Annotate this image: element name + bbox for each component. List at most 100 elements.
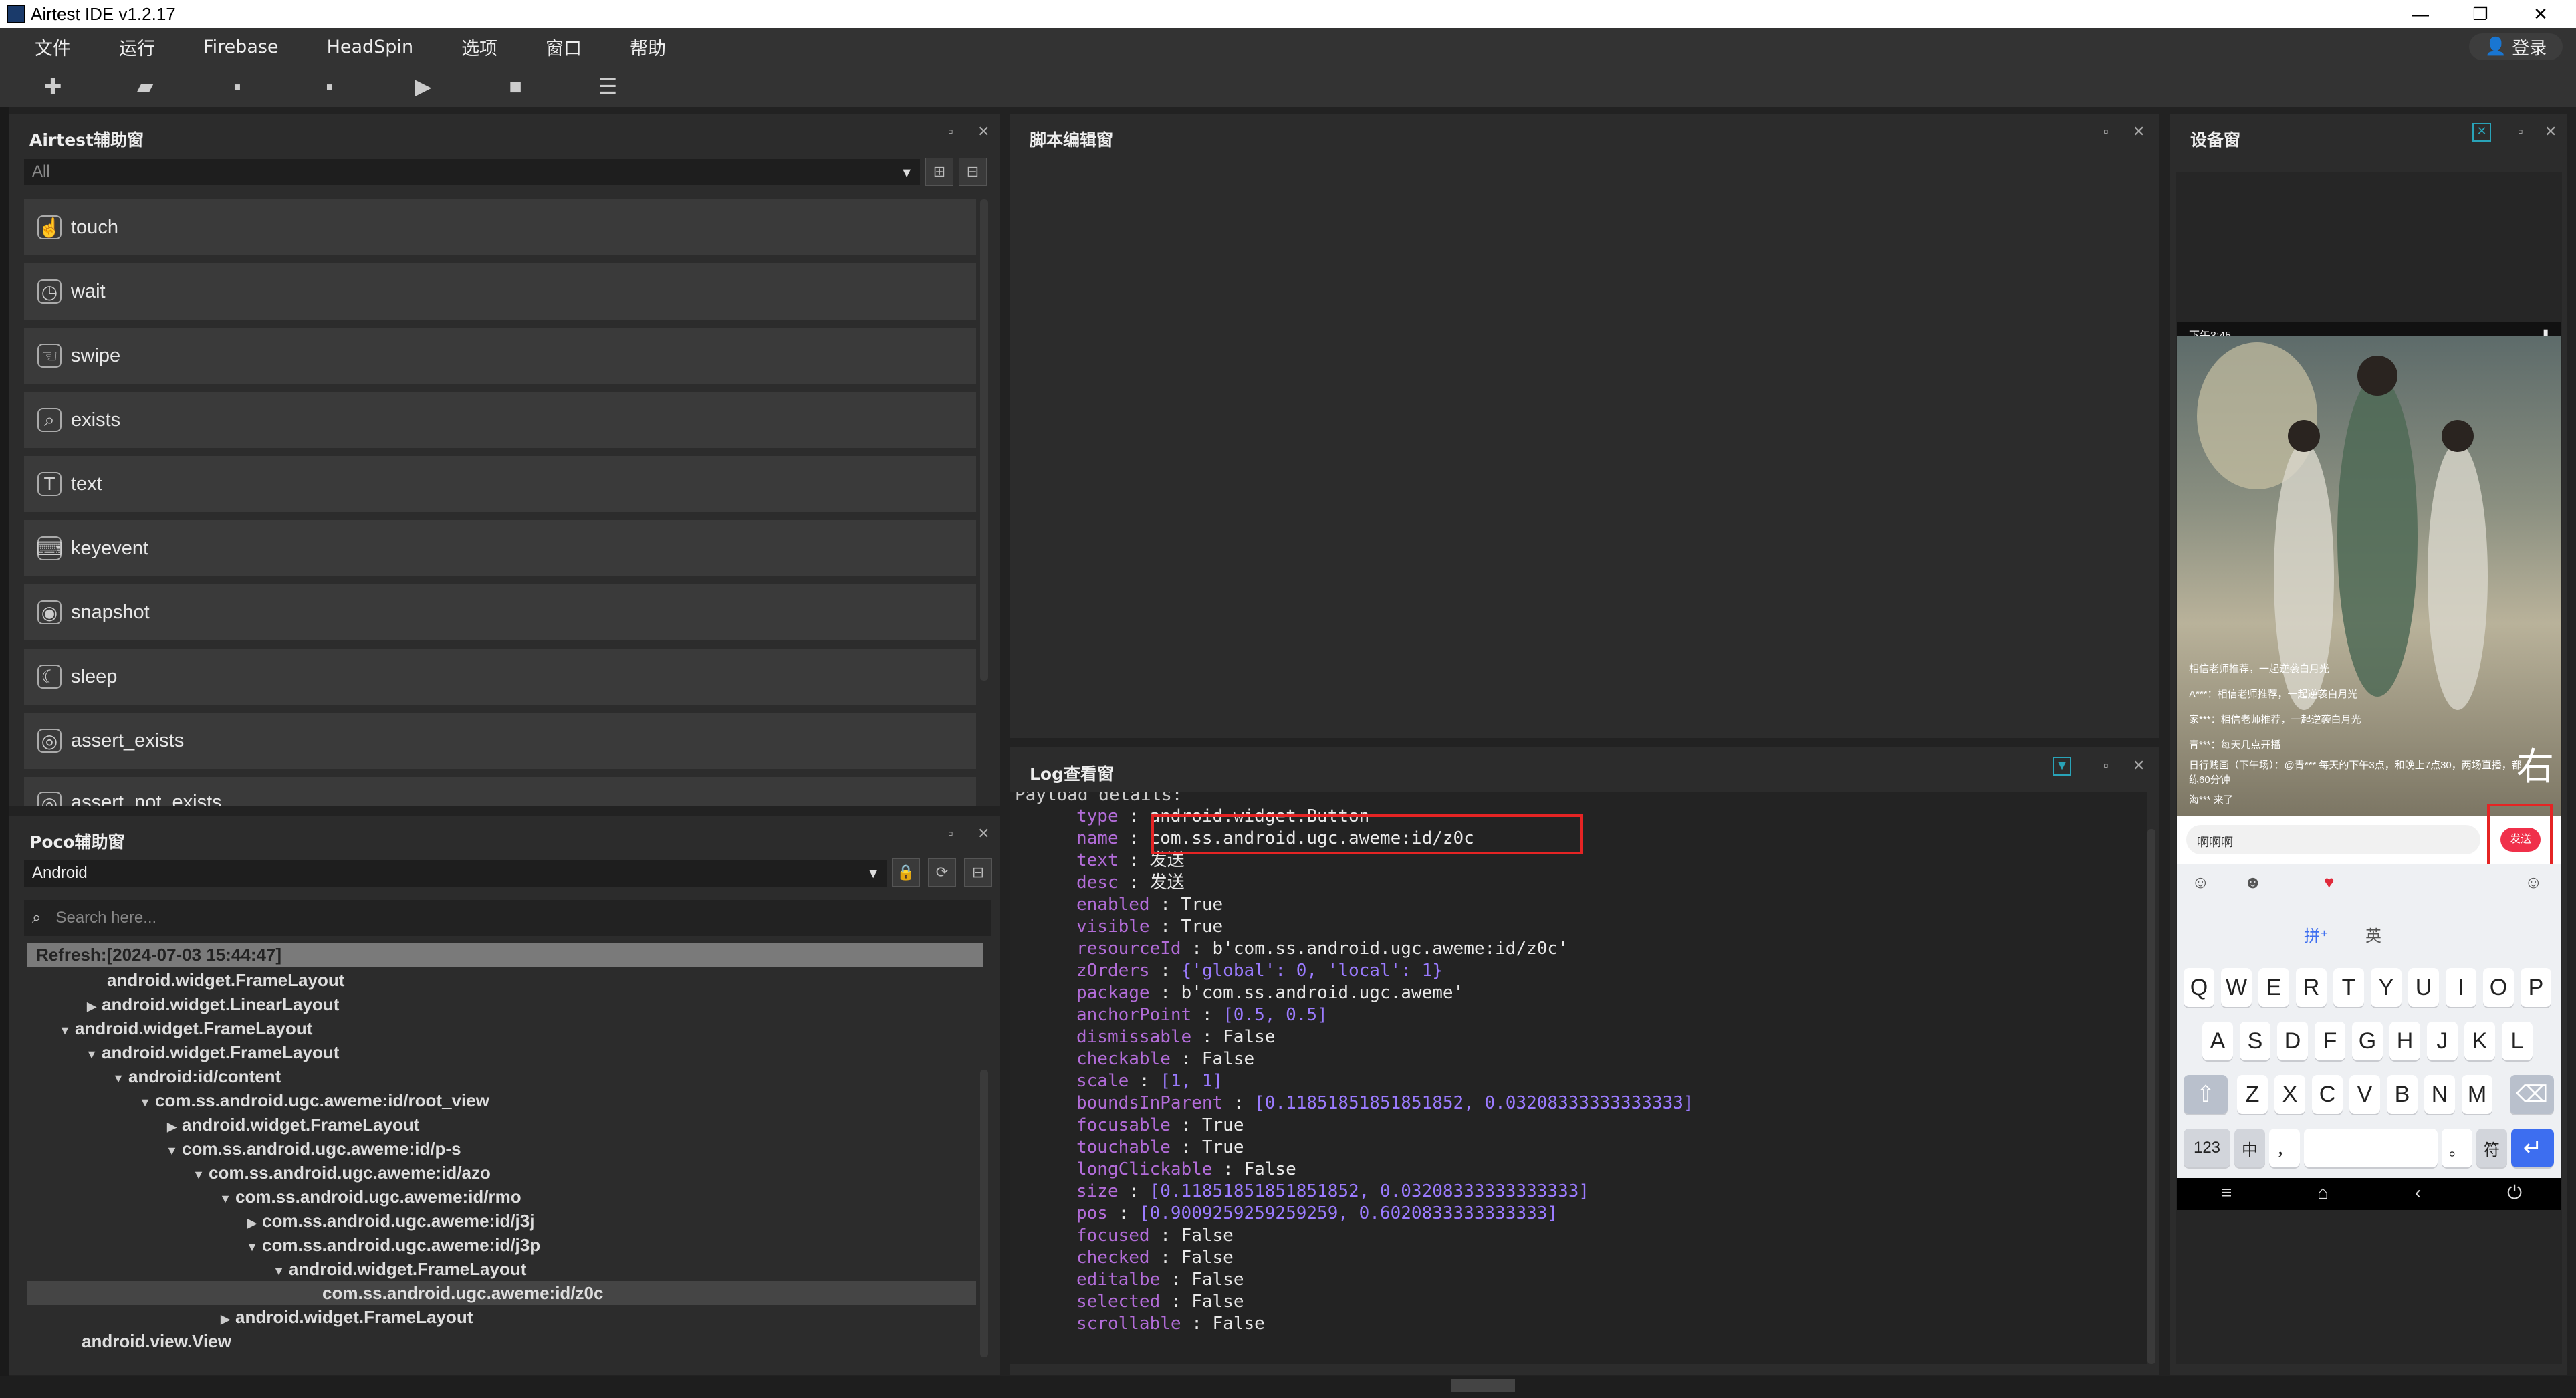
connect-icon[interactable]: ✕ [2472,123,2491,142]
key-chinese[interactable]: 中 [2234,1129,2265,1167]
open-folder-icon[interactable]: ▰ [131,72,159,100]
tree-toggle[interactable]: ▼ [135,1090,155,1115]
tree-toggle[interactable]: ▼ [242,1235,262,1259]
power-icon[interactable]: ⏻ [2507,1182,2522,1204]
menu-options[interactable]: 选项 [461,34,497,60]
minimize-icon[interactable]: — [2397,0,2444,28]
float-icon[interactable]: ▫ [2103,757,2109,774]
key[interactable]: N [2424,1075,2455,1114]
english-mode[interactable]: 英 [2365,923,2381,946]
smile-icon[interactable]: ☺ [2525,872,2543,893]
login-button[interactable]: 👤 登录 [2469,33,2563,60]
tree-node[interactable]: ▼ android:id/content [108,1064,281,1088]
key[interactable]: F [2315,1022,2345,1060]
key-123[interactable]: 123 [2184,1129,2230,1167]
close-panel-icon[interactable]: ✕ [2133,757,2145,774]
api-item-exists[interactable]: ⌕ exists [24,392,976,448]
key[interactable]: G [2352,1022,2383,1060]
scroll-thumb[interactable] [1451,1379,1515,1392]
add-icon[interactable]: ✚ [39,72,67,100]
save-as-icon[interactable]: ▪ [316,72,344,100]
tree-toggle[interactable]: ▼ [215,1187,235,1211]
tree-node[interactable]: ▼ android.widget.FrameLayout [269,1257,526,1281]
stop-icon[interactable]: ■ [501,72,530,100]
shift-icon[interactable]: ⇧ [2184,1075,2228,1114]
float-icon[interactable]: ▫ [948,825,953,842]
restore-icon[interactable]: ❐ [2457,0,2504,28]
pinyin-mode[interactable]: 拼⁺ [2304,923,2329,946]
tree-toggle[interactable]: ▶ [215,1307,235,1331]
key[interactable]: X [2274,1075,2305,1114]
key[interactable]: Q [2184,968,2214,1007]
menu-firebase[interactable]: Firebase [203,37,279,57]
device-screen[interactable]: 下午3:45▮ 相信老师推荐，一起逆袭白月光 A***：相信老师推荐，一起逆袭白… [2177,322,2561,1178]
tree-toggle[interactable]: ▼ [269,1259,289,1283]
backspace-icon[interactable]: ⌫ [2510,1075,2554,1114]
tree-node[interactable]: ▶ android.widget.FrameLayout [215,1305,473,1329]
menu-headspin[interactable]: HeadSpin [327,37,414,57]
key[interactable]: S [2240,1022,2270,1060]
log-scrollbar[interactable] [2147,829,2155,1364]
tree-toggle[interactable]: ▶ [162,1115,182,1139]
poco-mode-select[interactable]: Android ▼ [24,860,887,887]
key[interactable]: E [2258,968,2289,1007]
key[interactable]: B [2387,1075,2418,1114]
refresh-icon[interactable]: ⟳ [928,858,956,887]
api-item-wait[interactable]: ◷ wait [24,263,976,320]
api-item-assert-exists[interactable]: ◎ assert_exists [24,713,976,769]
close-panel-icon[interactable]: ✕ [977,123,989,140]
heart-icon[interactable]: ♥ [2324,872,2334,893]
key[interactable]: Y [2371,968,2402,1007]
key[interactable]: W [2221,968,2252,1007]
tree-node[interactable]: android.view.View [62,1329,231,1353]
close-panel-icon[interactable]: ✕ [2133,123,2145,140]
float-icon[interactable]: ▫ [2518,123,2523,140]
tree-node[interactable]: ▼ com.ss.android.ugc.aweme:id/azo [189,1161,491,1185]
key[interactable]: J [2427,1022,2458,1060]
api-item-snapshot[interactable]: ◉ snapshot [24,584,976,640]
key-comma[interactable]: ， [2269,1129,2300,1167]
key-space[interactable] [2304,1129,2438,1167]
poco-search-input[interactable]: ⌕ Search here... [24,900,991,936]
api-item-swipe[interactable]: ☜ swipe [24,328,976,384]
back-icon[interactable]: ‹ [2415,1182,2421,1203]
save-icon[interactable]: ▪ [223,72,251,100]
tree-toggle[interactable]: ▶ [242,1211,262,1235]
key[interactable]: C [2312,1075,2343,1114]
tree-node[interactable]: ▼ android.widget.FrameLayout [82,1040,339,1064]
api-item-sleep[interactable]: ☾ sleep [24,649,976,705]
key[interactable]: V [2349,1075,2380,1114]
api-item-keyevent[interactable]: ⌨ keyevent [24,520,976,576]
tree-node[interactable]: ▶ android.widget.LinearLayout [82,992,339,1016]
play-icon[interactable]: ▶ [409,72,437,100]
record-icon[interactable]: ⊞ [925,158,953,186]
tree-node-selected[interactable]: com.ss.android.ugc.aweme:id/z0c [27,1281,976,1305]
api-item-touch[interactable]: ☝ touch [24,199,976,255]
key[interactable]: D [2277,1022,2308,1060]
menu-icon[interactable]: ≡ [2221,1182,2232,1203]
menu-run[interactable]: 运行 [119,34,155,60]
poco-scrollbar[interactable] [980,1070,988,1357]
device-icon[interactable]: ⊟ [964,858,992,887]
api-item-assert-not-exists[interactable]: ◎ assert_not_exists [24,777,976,806]
key[interactable]: Z [2237,1075,2268,1114]
close-panel-icon[interactable]: ✕ [977,825,989,842]
tree-node[interactable]: ▼ com.ss.android.ugc.aweme:id/root_view [135,1088,489,1113]
key[interactable]: I [2446,968,2476,1007]
menu-help[interactable]: 帮助 [630,34,666,60]
key[interactable]: K [2464,1022,2495,1060]
airtest-filter-select[interactable]: All ▼ [24,159,920,185]
key[interactable]: M [2462,1075,2492,1114]
filter-icon[interactable]: ▼ [2053,757,2071,776]
key[interactable]: H [2389,1022,2420,1060]
device-icon[interactable]: ⊟ [959,158,987,186]
airtest-scrollbar[interactable] [980,199,988,681]
tree-node[interactable]: ▼ com.ss.android.ugc.aweme:id/j3p [242,1233,540,1257]
tree-node[interactable]: ▶ com.ss.android.ugc.aweme:id/j3j [242,1209,534,1233]
tree-toggle[interactable]: ▼ [162,1139,182,1163]
comment-input[interactable]: 啊啊啊 [2186,825,2480,854]
key[interactable]: T [2333,968,2364,1007]
tree-toggle[interactable]: ▼ [55,1018,75,1042]
key-period[interactable]: 。 [2442,1129,2472,1167]
float-icon[interactable]: ▫ [2103,123,2109,140]
